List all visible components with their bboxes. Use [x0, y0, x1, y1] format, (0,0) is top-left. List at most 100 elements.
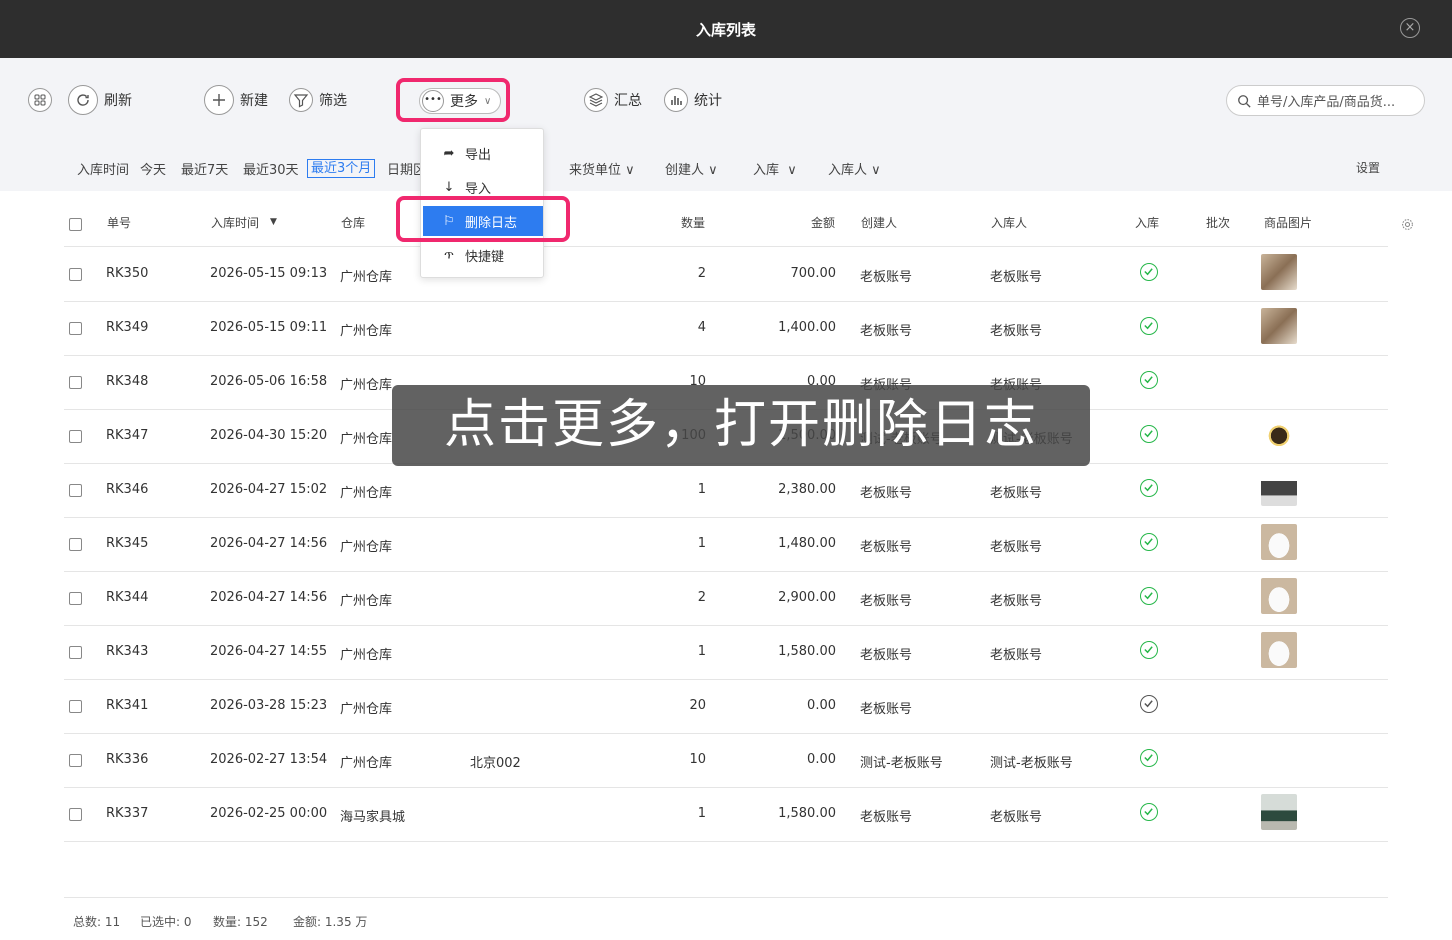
cell-inbound-person: 老板账号: [990, 594, 1043, 609]
cell-supplier: 北京002: [470, 756, 521, 771]
col-header-inbound[interactable]: 入库: [1135, 214, 1159, 231]
cell-inbound-person: 老板账号: [990, 270, 1043, 285]
row-divider: [64, 355, 1388, 356]
cell-no[interactable]: RK344: [106, 590, 148, 605]
cell-creator: 测试-老板账号: [860, 756, 943, 771]
filter-last3m[interactable]: 最近3个月: [307, 159, 376, 178]
cell-warehouse: 广州仓库: [340, 486, 393, 501]
product-thumbnail[interactable]: [1261, 470, 1297, 506]
filter-inbound-person[interactable]: 入库人 ∨: [828, 159, 881, 178]
row-checkbox[interactable]: [69, 700, 82, 713]
cell-time: 2026-05-15 09:11: [210, 320, 328, 335]
col-header-inbound-person[interactable]: 入库人: [991, 214, 1027, 231]
cell-no[interactable]: RK349: [106, 320, 148, 335]
row-checkbox[interactable]: [69, 808, 82, 821]
row-checkbox[interactable]: [69, 376, 82, 389]
summary-button[interactable]: 汇总: [584, 84, 642, 116]
cell-creator: 老板账号: [860, 810, 913, 825]
cell-amount: 0.00: [807, 752, 836, 767]
cell-creator: 老板账号: [860, 702, 913, 717]
cell-amount: 1,580.00: [778, 644, 836, 659]
settings-link[interactable]: 设置: [1356, 159, 1380, 176]
product-thumbnail[interactable]: [1261, 578, 1297, 614]
menu-item-shortcut-label: 快捷键: [465, 249, 505, 265]
filter-last7[interactable]: 最近7天: [181, 159, 228, 178]
product-thumbnail[interactable]: [1261, 794, 1297, 830]
footer-selected: 已选中: 0: [140, 915, 192, 929]
row-divider: [64, 679, 1388, 680]
gear-icon[interactable]: [1401, 218, 1414, 231]
col-header-qty[interactable]: 数量: [681, 214, 705, 231]
menu-item-shortcut[interactable]: ጥ 快捷键: [421, 240, 545, 270]
close-icon[interactable]: ×: [1400, 18, 1420, 38]
col-header-image[interactable]: 商品图片: [1264, 214, 1312, 231]
more-highlight-frame: [396, 78, 510, 122]
row-checkbox[interactable]: [69, 484, 82, 497]
cell-creator: 老板账号: [860, 486, 913, 501]
cell-no[interactable]: RK350: [106, 266, 148, 281]
cell-no[interactable]: RK346: [106, 482, 148, 497]
search-placeholder: 单号/入库产品/商品货...: [1257, 95, 1396, 110]
footer-divider: [64, 897, 1388, 898]
new-button[interactable]: 新建: [204, 84, 268, 116]
row-checkbox[interactable]: [69, 430, 82, 443]
refresh-button[interactable]: 刷新: [68, 84, 132, 116]
filter-last30[interactable]: 最近30天: [243, 159, 299, 178]
sort-down-icon[interactable]: ▼: [270, 217, 277, 227]
cell-amount: 0.00: [807, 698, 836, 713]
menu-item-export[interactable]: ➦ 导出: [421, 138, 545, 168]
cell-time: 2026-04-27 14:56: [210, 536, 328, 551]
row-divider: [64, 841, 1388, 842]
cell-no[interactable]: RK345: [106, 536, 148, 551]
cell-inbound-person: 测试-老板账号: [990, 756, 1073, 771]
search-input[interactable]: 单号/入库产品/商品货...: [1226, 85, 1425, 116]
filter-inbound[interactable]: 入库 ∨: [753, 159, 797, 178]
row-checkbox[interactable]: [69, 646, 82, 659]
grid-menu-button[interactable]: [28, 84, 58, 116]
col-header-batch[interactable]: 批次: [1206, 214, 1230, 231]
row-checkbox[interactable]: [69, 268, 82, 281]
filter-today[interactable]: 今天: [140, 159, 166, 178]
cell-qty: 10: [689, 752, 706, 767]
col-header-time[interactable]: 入库时间: [211, 214, 259, 231]
cell-amount: 700.00: [790, 266, 837, 281]
col-header-warehouse[interactable]: 仓库: [341, 214, 365, 231]
check-circle-icon: [1140, 479, 1158, 497]
cell-qty: 1: [697, 482, 706, 497]
cell-time: 2026-04-27 14:55: [210, 644, 328, 659]
product-thumbnail[interactable]: [1261, 524, 1297, 560]
cell-no[interactable]: RK337: [106, 806, 148, 821]
stats-button[interactable]: 统计: [664, 84, 722, 116]
filter-supplier[interactable]: 来货单位 ∨: [569, 159, 635, 178]
product-thumbnail[interactable]: [1261, 254, 1297, 290]
row-checkbox[interactable]: [69, 322, 82, 335]
cell-no[interactable]: RK347: [106, 428, 148, 443]
cell-warehouse: 广州仓库: [340, 756, 393, 771]
window-title: 入库列表: [695, 20, 756, 39]
cell-creator: 老板账号: [860, 540, 913, 555]
cell-amount: 2,380.00: [778, 482, 836, 497]
product-thumbnail[interactable]: [1261, 308, 1297, 344]
cell-no[interactable]: RK343: [106, 644, 148, 659]
cell-no[interactable]: RK341: [106, 698, 148, 713]
cell-qty: 1: [697, 806, 706, 821]
layers-icon: [584, 88, 608, 112]
col-header-amount[interactable]: 金额: [811, 214, 835, 231]
tutorial-caption: 点击更多，打开删除日志: [392, 385, 1090, 466]
filter-button[interactable]: 筛选: [289, 84, 347, 116]
stats-label: 统计: [694, 93, 722, 109]
cell-no[interactable]: RK336: [106, 752, 148, 767]
col-header-creator[interactable]: 创建人: [861, 214, 897, 231]
pin-icon: ጥ: [444, 247, 454, 263]
product-thumbnail[interactable]: [1261, 416, 1297, 452]
row-checkbox[interactable]: [69, 754, 82, 767]
select-all-checkbox[interactable]: [69, 218, 82, 231]
row-checkbox[interactable]: [69, 538, 82, 551]
filter-creator[interactable]: 创建人 ∨: [665, 159, 718, 178]
col-header-no[interactable]: 单号: [107, 214, 131, 231]
product-thumbnail[interactable]: [1261, 632, 1297, 668]
row-checkbox[interactable]: [69, 592, 82, 605]
cell-warehouse: 广州仓库: [340, 594, 393, 609]
cell-no[interactable]: RK348: [106, 374, 148, 389]
row-divider: [64, 301, 1388, 302]
